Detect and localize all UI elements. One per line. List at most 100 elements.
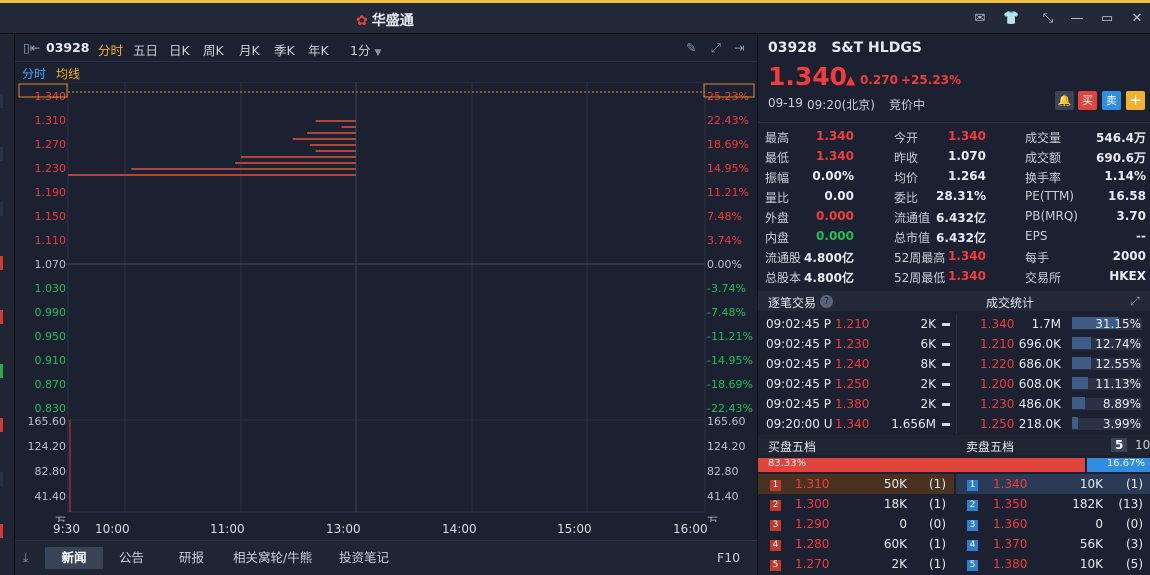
stat-price: 1.250 [980,417,1015,431]
period-tab-0[interactable]: 分时 [98,40,123,59]
period-tab-3[interactable]: 周K [203,40,224,59]
tab-notes[interactable]: 投资笔记 [333,547,395,569]
depth-bar [68,174,356,176]
mail-icon[interactable]: ✉ [972,11,988,27]
volume-tick: 124.20 [28,440,67,453]
add-watchlist-button[interactable]: + [1126,91,1145,110]
expand-icon[interactable]: ⤢ [711,40,721,56]
f10-button[interactable]: F10 [711,547,746,569]
pct-tick: 18.69% [707,138,749,151]
bid-price: 1.280 [795,537,830,551]
quote-label: 外盘 [765,211,790,225]
period-tab-6[interactable]: 年K [308,40,329,59]
side-tab[interactable] [0,94,3,108]
ask-price: 1.340 [993,477,1028,491]
trade-volume: 2K [920,397,936,411]
expand-icon[interactable]: ⤢ [1130,294,1140,309]
depth-10-button[interactable]: 10 [1135,438,1150,452]
side-tab[interactable] [0,256,3,270]
bid-title: 买盘五档 [768,440,817,454]
stock-name: S&T HLDGS [831,40,922,56]
download-icon[interactable]: ⤓ [17,547,35,569]
trade-volume: 1.656M [891,417,936,431]
period-tab-5[interactable]: 季K [274,40,295,59]
help-icon[interactable]: ? [820,295,833,308]
side-tab[interactable] [0,418,3,432]
ma-legend: 分时 均线 [15,62,757,82]
bell-icon[interactable]: 🔔 [1055,91,1074,110]
volume-tick: 万 [55,515,66,522]
side-tab[interactable] [0,310,3,324]
bid-count: (1) [929,537,946,551]
volume-tick: 124.20 [707,440,746,453]
bid-level: 3 [770,520,781,531]
bid-price: 1.290 [795,517,830,531]
tab-news[interactable]: 新闻 [45,547,103,569]
side-tab[interactable] [0,472,3,486]
depth-bar [341,126,356,128]
trade-price: 1.250 [835,377,870,391]
side-tab[interactable] [0,202,3,216]
tab-research[interactable]: 研报 [173,547,210,569]
bid-count: (1) [929,557,946,571]
quote-label: 交易所 [1025,271,1062,285]
quote-label: 均价 [894,171,919,185]
ask-count: (0) [1126,517,1143,531]
side-tab[interactable] [0,147,3,161]
quote-value: -- [1136,229,1146,243]
close-icon[interactable]: ✕ [1129,11,1145,27]
period-tab-1[interactable]: 五日 [133,40,158,59]
time-tick: 9:30 [53,522,80,536]
tab-warrants[interactable]: 相关窝轮/牛熊 [227,547,318,569]
ask-row-bg [956,474,1150,494]
side-tab[interactable] [0,364,3,378]
trade-time: 09:02:45 P [766,377,831,391]
collapse-icon[interactable]: ▯⇤ [23,40,40,55]
period-tab-4[interactable]: 月K [239,40,260,59]
stat-bar-fill [1072,337,1091,349]
ask-row-bg [956,534,1150,554]
chart-toolbar: ▯⇤ 03928 分时 五日 日K 周K 月K 季K 年K 1分 ▼ ✎ ⤢ ⇥ [15,34,757,62]
volume-pane [67,419,706,513]
pct-tick: -14.95% [707,354,753,367]
depth-5-button[interactable]: 5 [1111,438,1128,452]
interval-select[interactable]: 1分 ▼ [350,40,381,59]
buy-button[interactable]: 买 [1078,91,1097,110]
app-title: 华盛通 [371,13,414,29]
trade-row: 09:02:45 P 1.380 2K 1.230 486.0K 8.89% [758,394,1150,414]
ask-price: 1.360 [993,517,1028,531]
depth-bar [309,144,356,146]
shirt-icon[interactable]: 👕 [1003,11,1019,27]
orderbook-row: 5 1.270 2K (1) 5 1.380 10K (5) [758,554,1150,574]
time-tick: 16:00 [673,522,708,536]
ask-volume: 182K [1072,497,1103,511]
quote-value: 1.340 [948,249,986,263]
quote-label: 昨收 [894,151,919,165]
quote-label: 量比 [765,191,790,205]
maximize-icon[interactable]: ▭ [1099,11,1115,27]
pen-icon[interactable]: ✎ [686,40,696,55]
trade-price: 1.210 [835,317,870,331]
up-arrow-icon: ▲ [846,73,856,87]
ask-ratio-text: 16.67% [1106,458,1145,469]
quote-row: 振幅 0.00% 均价 1.264 换手率 1.14% [758,167,1150,187]
intraday-chart[interactable]: 1.3401.3101.2701.2301.1901.1501.1101.070… [15,82,757,522]
quote-row: 外盘 0.000 流通值 6.432亿 PB(MRQ) 3.70 [758,207,1150,227]
volume-tick: 万 [707,515,718,522]
dock-icon[interactable]: ⇥ [734,40,744,55]
trades-divider [956,314,957,434]
minimize-icon[interactable]: — [1069,11,1085,27]
stat-price: 1.200 [980,377,1015,391]
shrink-icon[interactable]: ⤡ [1040,11,1056,27]
side-tab[interactable] [0,524,3,538]
trading-status: 竞价中 [889,98,926,112]
trade-side-mark [942,323,950,326]
quote-label: EPS [1025,229,1048,243]
quote-label: 52周最高 [894,251,946,265]
interval-value: 1分 [350,43,371,58]
sell-button[interactable]: 卖 [1102,91,1121,110]
quote-label: 最高 [765,131,790,145]
period-tab-2[interactable]: 日K [169,40,190,59]
tab-announcements[interactable]: 公告 [113,547,150,569]
bid-price: 1.300 [795,497,830,511]
